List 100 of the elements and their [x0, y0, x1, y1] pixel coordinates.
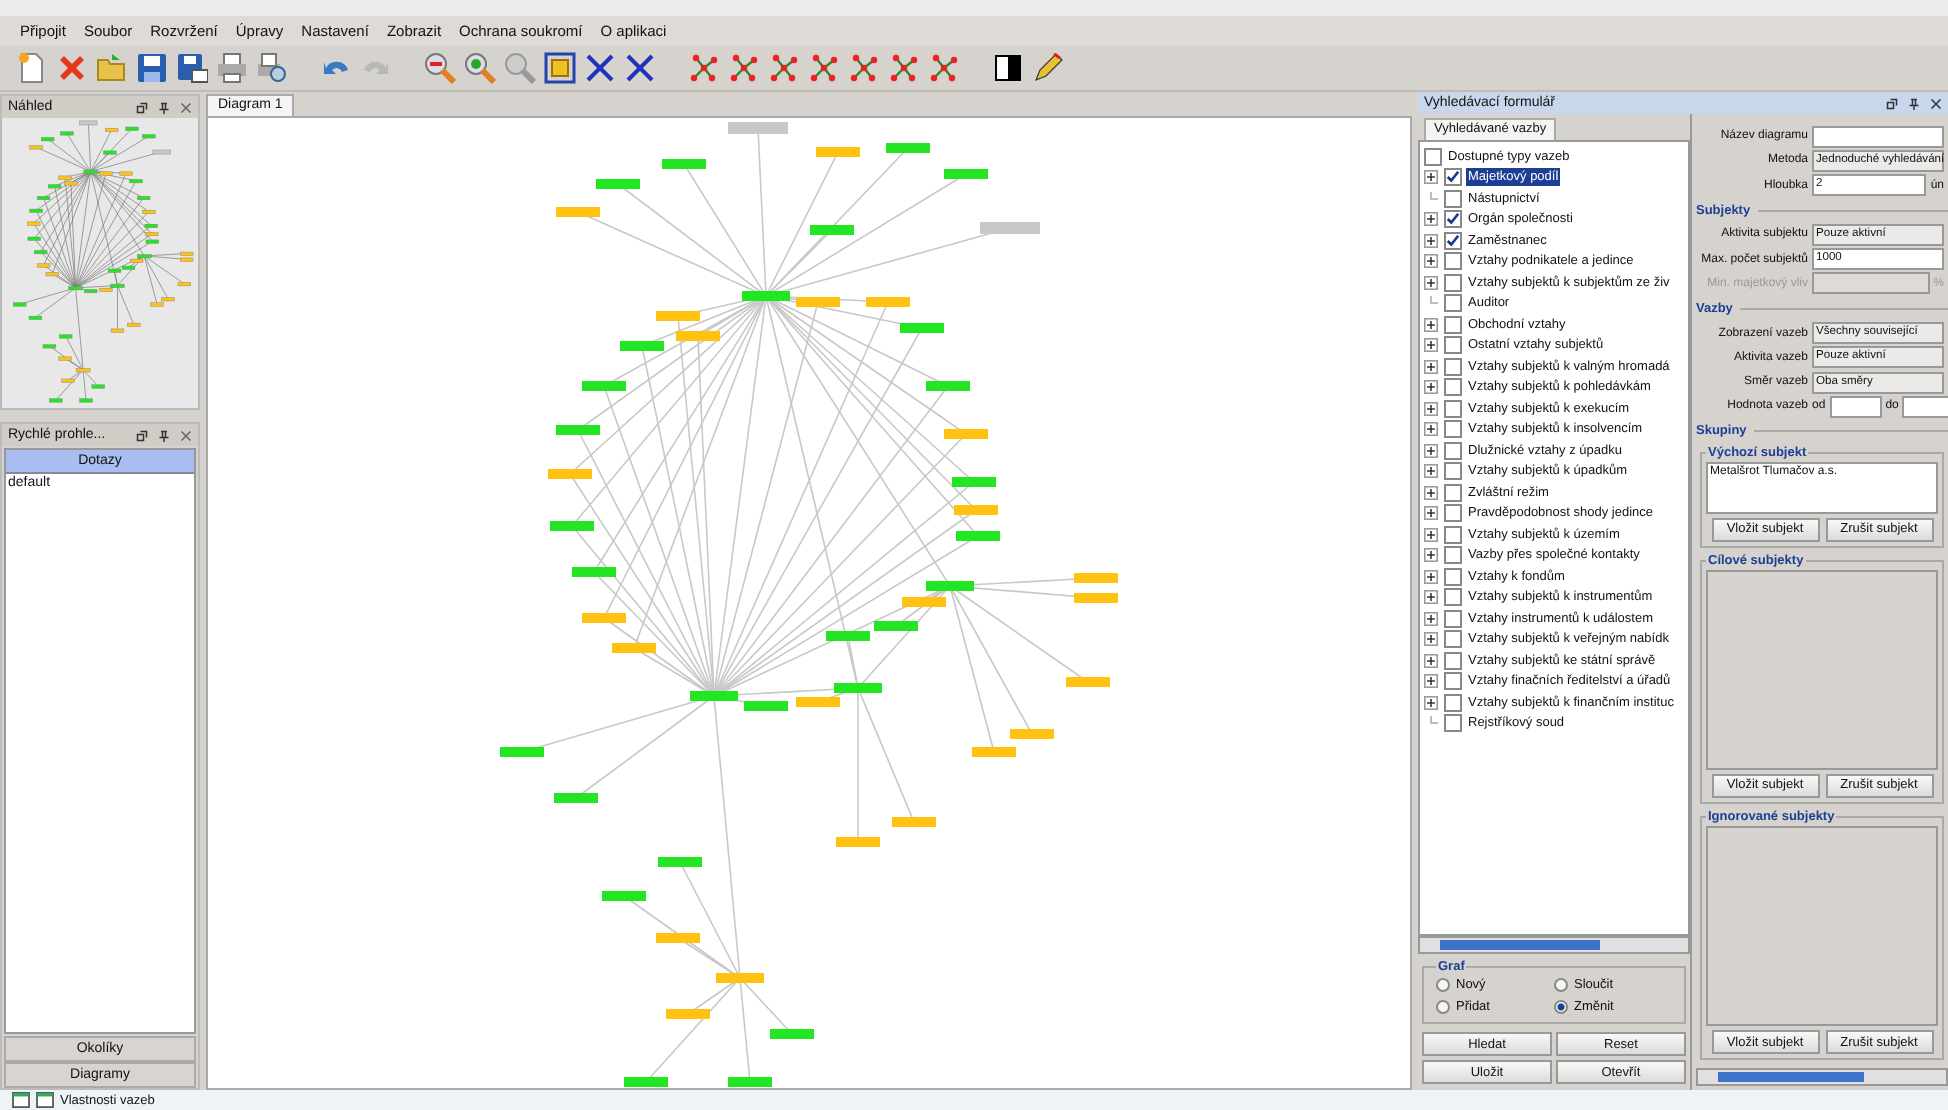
- graph-node[interactable]: [810, 225, 854, 235]
- contrast-icon[interactable]: [992, 52, 1024, 84]
- graph-node[interactable]: [770, 1029, 814, 1039]
- graph-node[interactable]: [582, 613, 626, 623]
- graph-node[interactable]: [892, 817, 936, 827]
- checkbox[interactable]: [1444, 483, 1462, 502]
- graph-node[interactable]: [500, 747, 544, 757]
- pin-icon[interactable]: [158, 429, 170, 441]
- graph-node[interactable]: [980, 222, 1040, 234]
- checkbox[interactable]: [1444, 378, 1462, 397]
- graph-node[interactable]: [612, 643, 656, 653]
- graph-node[interactable]: [656, 311, 700, 321]
- graph-node[interactable]: [662, 159, 706, 169]
- graph-node[interactable]: [548, 469, 592, 479]
- pencil-icon[interactable]: [1032, 52, 1064, 84]
- input-field[interactable]: [1829, 395, 1882, 418]
- graph-layout-icon[interactable]: [808, 52, 840, 84]
- zoom-out-icon[interactable]: [424, 52, 456, 84]
- graph-node[interactable]: [624, 1077, 668, 1087]
- checkbox[interactable]: [1444, 441, 1462, 460]
- restore-window-icon[interactable]: [136, 101, 148, 113]
- graph-node[interactable]: [952, 477, 996, 487]
- input-field[interactable]: [1812, 125, 1944, 148]
- graph-node[interactable]: [874, 621, 918, 631]
- checkbox[interactable]: [1444, 168, 1462, 187]
- graph-node[interactable]: [690, 691, 738, 701]
- checkbox[interactable]: [1444, 273, 1462, 292]
- graph-layout-icon[interactable]: [768, 52, 800, 84]
- checkbox[interactable]: [1444, 651, 1462, 670]
- horizontal-scrollbar[interactable]: [1418, 936, 1690, 954]
- save-as-icon[interactable]: [176, 52, 208, 84]
- graph-node[interactable]: [944, 169, 988, 179]
- graph-node[interactable]: [656, 933, 700, 943]
- graph-node[interactable]: [926, 581, 974, 591]
- graph-node[interactable]: [834, 683, 882, 693]
- checkbox[interactable]: [1444, 630, 1462, 649]
- checkbox[interactable]: [1444, 399, 1462, 418]
- graph-node[interactable]: [554, 793, 598, 803]
- graph-layout-icon[interactable]: [688, 52, 720, 84]
- pin-icon[interactable]: [1908, 97, 1920, 109]
- graph-node[interactable]: [954, 505, 998, 515]
- checkbox[interactable]: [1424, 147, 1442, 166]
- graph-node[interactable]: [556, 207, 600, 217]
- graph-node[interactable]: [572, 567, 616, 577]
- zoom-in-icon[interactable]: [464, 52, 496, 84]
- graph-node[interactable]: [742, 291, 790, 301]
- checkbox[interactable]: [1444, 567, 1462, 586]
- checkbox[interactable]: [1444, 294, 1462, 313]
- graph-node[interactable]: [796, 297, 840, 307]
- restore-window-icon[interactable]: [136, 429, 148, 441]
- graph-node[interactable]: [1066, 677, 1110, 687]
- graph-node[interactable]: [582, 381, 626, 391]
- graph-node[interactable]: [926, 381, 970, 391]
- graph-node[interactable]: [886, 143, 930, 153]
- graph-node[interactable]: [944, 429, 988, 439]
- graph-node[interactable]: [1010, 729, 1054, 739]
- checkbox[interactable]: [1444, 210, 1462, 229]
- new-document-icon[interactable]: [16, 52, 48, 84]
- horizontal-scrollbar[interactable]: [1696, 1068, 1948, 1087]
- graph-node[interactable]: [836, 837, 880, 847]
- graph-node[interactable]: [796, 697, 840, 707]
- checkbox[interactable]: [1444, 672, 1462, 691]
- checkbox[interactable]: [1444, 588, 1462, 607]
- graph-node[interactable]: [728, 122, 788, 134]
- graph-node[interactable]: [816, 147, 860, 157]
- graph-layout-icon[interactable]: [728, 52, 760, 84]
- print-icon[interactable]: [216, 52, 248, 84]
- delete-icon[interactable]: [56, 52, 88, 84]
- graph-node[interactable]: [666, 1009, 710, 1019]
- graph-node[interactable]: [716, 973, 764, 983]
- graph-node[interactable]: [596, 179, 640, 189]
- graph-node[interactable]: [676, 331, 720, 341]
- graph-node[interactable]: [744, 701, 788, 711]
- graph-node[interactable]: [658, 857, 702, 867]
- close-icon[interactable]: [1930, 97, 1942, 109]
- graph-node[interactable]: [956, 531, 1000, 541]
- graph-node[interactable]: [1074, 573, 1118, 583]
- graph-node[interactable]: [826, 631, 870, 641]
- checkbox[interactable]: [1444, 714, 1462, 733]
- graph-node[interactable]: [866, 297, 910, 307]
- checkbox[interactable]: [1444, 336, 1462, 355]
- input-field[interactable]: [1902, 395, 1948, 418]
- checkbox[interactable]: [1444, 252, 1462, 271]
- graph-node[interactable]: [972, 747, 1016, 757]
- graph-node[interactable]: [900, 323, 944, 333]
- print-preview-icon[interactable]: [256, 52, 288, 84]
- graph-layout-icon[interactable]: [848, 52, 880, 84]
- checkbox[interactable]: [1444, 420, 1462, 439]
- pin-icon[interactable]: [158, 101, 170, 113]
- graph-node[interactable]: [602, 891, 646, 901]
- checkbox[interactable]: [1444, 525, 1462, 544]
- checkbox[interactable]: [1444, 315, 1462, 334]
- graph-node[interactable]: [1074, 593, 1118, 603]
- checkbox[interactable]: [1444, 231, 1462, 250]
- graph-node[interactable]: [550, 521, 594, 531]
- checkbox[interactable]: [1444, 504, 1462, 523]
- checkbox[interactable]: [1444, 462, 1462, 481]
- checkbox[interactable]: [1444, 693, 1462, 712]
- checkbox[interactable]: [1444, 609, 1462, 628]
- graph-layout-icon[interactable]: [928, 52, 960, 84]
